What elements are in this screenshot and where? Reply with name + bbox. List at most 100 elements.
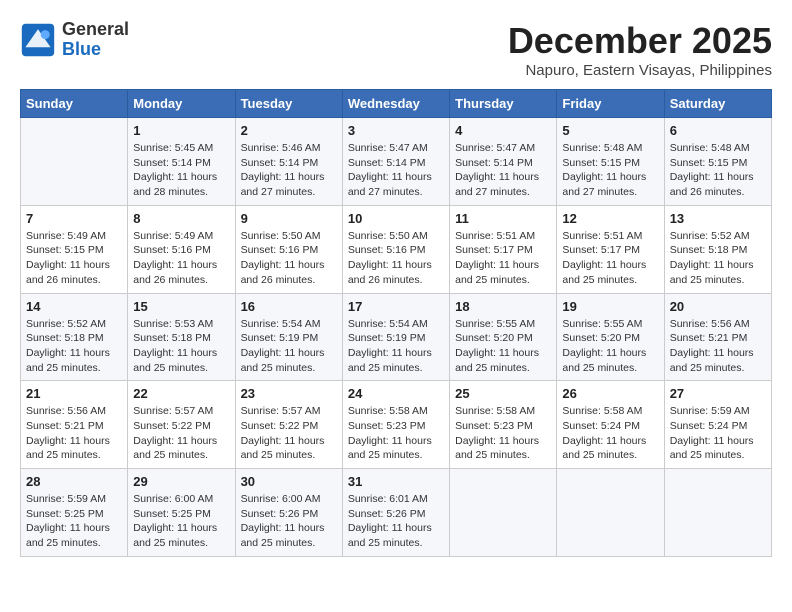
header: General Blue December 2025 Napuro, Easte… (20, 20, 772, 79)
day-number: 11 (455, 211, 551, 226)
day-detail: Sunrise: 5:52 AM Sunset: 5:18 PM Dayligh… (26, 317, 122, 376)
day-detail: Sunrise: 5:47 AM Sunset: 5:14 PM Dayligh… (348, 141, 444, 200)
calendar-cell: 4 Sunrise: 5:47 AM Sunset: 5:14 PM Daylig… (450, 118, 557, 206)
main-title: December 2025 (508, 20, 772, 62)
col-header-wednesday: Wednesday (342, 90, 449, 118)
calendar-cell: 15Sunrise: 5:53 AM Sunset: 5:18 PM Dayli… (128, 293, 235, 381)
calendar-cell: 21 Sunrise: 5:56 AM Sunset: 5:21 PM Dayli… (21, 381, 128, 469)
calendar-cell: 23Sunrise: 5:57 AM Sunset: 5:22 PM Dayli… (235, 381, 342, 469)
calendar-cell: 29 Sunrise: 6:00 AM Sunset: 5:25 PM Dayli… (128, 469, 235, 557)
calendar-cell: 22 Sunrise: 5:57 AM Sunset: 5:22 PM Dayli… (128, 381, 235, 469)
day-detail: Sunrise: 5:51 AM Sunset: 5:17 PM Dayligh… (455, 229, 551, 288)
calendar-cell: 19 Sunrise: 5:55 AM Sunset: 5:20 PM Dayli… (557, 293, 664, 381)
day-detail: Sunrise: 5:57 AM Sunset: 5:22 PM Dayligh… (133, 404, 229, 463)
calendar-cell: 17 Sunrise: 5:54 AM Sunset: 5:19 PM Dayli… (342, 293, 449, 381)
logo-icon (20, 22, 56, 58)
day-number: 6 (670, 123, 766, 138)
day-detail: Sunrise: 5:58 AM Sunset: 5:23 PM Dayligh… (348, 404, 444, 463)
day-number: 22 (133, 386, 229, 401)
day-detail: Sunrise: 5:54 AM Sunset: 5:19 PM Dayligh… (348, 317, 444, 376)
calendar-cell: 1Sunrise: 5:45 AM Sunset: 5:14 PM Daylig… (128, 118, 235, 206)
day-number: 24 (348, 386, 444, 401)
day-number: 5 (562, 123, 658, 138)
calendar-cell: 13 Sunrise: 5:52 AM Sunset: 5:18 PM Dayli… (664, 205, 771, 293)
day-detail: Sunrise: 5:55 AM Sunset: 5:20 PM Dayligh… (562, 317, 658, 376)
day-number: 25 (455, 386, 551, 401)
day-detail: Sunrise: 5:59 AM Sunset: 5:25 PM Dayligh… (26, 492, 122, 551)
day-detail: Sunrise: 5:45 AM Sunset: 5:14 PM Dayligh… (133, 141, 229, 200)
col-header-sunday: Sunday (21, 90, 128, 118)
day-number: 17 (348, 299, 444, 314)
day-detail: Sunrise: 6:00 AM Sunset: 5:25 PM Dayligh… (133, 492, 229, 551)
day-detail: Sunrise: 5:47 AM Sunset: 5:14 PM Dayligh… (455, 141, 551, 200)
day-detail: Sunrise: 5:51 AM Sunset: 5:17 PM Dayligh… (562, 229, 658, 288)
day-detail: Sunrise: 5:57 AM Sunset: 5:22 PM Dayligh… (241, 404, 337, 463)
calendar-cell: 16 Sunrise: 5:54 AM Sunset: 5:19 PM Dayli… (235, 293, 342, 381)
day-detail: Sunrise: 5:55 AM Sunset: 5:20 PM Dayligh… (455, 317, 551, 376)
calendar-cell: 28 Sunrise: 5:59 AM Sunset: 5:25 PM Dayli… (21, 469, 128, 557)
day-number: 20 (670, 299, 766, 314)
day-detail: Sunrise: 5:46 AM Sunset: 5:14 PM Dayligh… (241, 141, 337, 200)
day-detail: Sunrise: 5:58 AM Sunset: 5:24 PM Dayligh… (562, 404, 658, 463)
day-number: 15 (133, 299, 229, 314)
day-number: 26 (562, 386, 658, 401)
day-detail: Sunrise: 6:01 AM Sunset: 5:26 PM Dayligh… (348, 492, 444, 551)
day-number: 2 (241, 123, 337, 138)
calendar-cell: 24 Sunrise: 5:58 AM Sunset: 5:23 PM Dayli… (342, 381, 449, 469)
calendar-cell: 7Sunrise: 5:49 AM Sunset: 5:15 PM Daylig… (21, 205, 128, 293)
day-number: 14 (26, 299, 122, 314)
day-number: 9 (241, 211, 337, 226)
day-number: 16 (241, 299, 337, 314)
day-detail: Sunrise: 5:48 AM Sunset: 5:15 PM Dayligh… (670, 141, 766, 200)
calendar-cell: 2 Sunrise: 5:46 AM Sunset: 5:14 PM Daylig… (235, 118, 342, 206)
day-number: 8 (133, 211, 229, 226)
calendar-cell: 31 Sunrise: 6:01 AM Sunset: 5:26 PM Dayli… (342, 469, 449, 557)
calendar-cell (664, 469, 771, 557)
col-header-tuesday: Tuesday (235, 90, 342, 118)
calendar-cell: 20 Sunrise: 5:56 AM Sunset: 5:21 PM Dayli… (664, 293, 771, 381)
day-number: 18 (455, 299, 551, 314)
calendar-cell: 25Sunrise: 5:58 AM Sunset: 5:23 PM Dayli… (450, 381, 557, 469)
day-detail: Sunrise: 5:48 AM Sunset: 5:15 PM Dayligh… (562, 141, 658, 200)
calendar-cell: 8Sunrise: 5:49 AM Sunset: 5:16 PM Daylig… (128, 205, 235, 293)
calendar-cell: 11 Sunrise: 5:51 AM Sunset: 5:17 PM Dayli… (450, 205, 557, 293)
day-number: 28 (26, 474, 122, 489)
calendar-cell: 14 Sunrise: 5:52 AM Sunset: 5:18 PM Dayli… (21, 293, 128, 381)
calendar-cell: 26 Sunrise: 5:58 AM Sunset: 5:24 PM Dayli… (557, 381, 664, 469)
col-header-saturday: Saturday (664, 90, 771, 118)
col-header-thursday: Thursday (450, 90, 557, 118)
day-number: 30 (241, 474, 337, 489)
day-number: 21 (26, 386, 122, 401)
calendar-cell: 9 Sunrise: 5:50 AM Sunset: 5:16 PM Daylig… (235, 205, 342, 293)
calendar-cell: 6 Sunrise: 5:48 AM Sunset: 5:15 PM Daylig… (664, 118, 771, 206)
calendar-cell: 12 Sunrise: 5:51 AM Sunset: 5:17 PM Dayli… (557, 205, 664, 293)
calendar-cell: 5 Sunrise: 5:48 AM Sunset: 5:15 PM Daylig… (557, 118, 664, 206)
col-header-friday: Friday (557, 90, 664, 118)
day-number: 27 (670, 386, 766, 401)
calendar-cell: 3 Sunrise: 5:47 AM Sunset: 5:14 PM Daylig… (342, 118, 449, 206)
day-number: 13 (670, 211, 766, 226)
day-detail: Sunrise: 5:56 AM Sunset: 5:21 PM Dayligh… (670, 317, 766, 376)
day-detail: Sunrise: 5:50 AM Sunset: 5:16 PM Dayligh… (348, 229, 444, 288)
calendar-table: SundayMondayTuesdayWednesdayThursdayFrid… (20, 89, 772, 557)
day-detail: Sunrise: 5:52 AM Sunset: 5:18 PM Dayligh… (670, 229, 766, 288)
calendar-cell (557, 469, 664, 557)
col-header-monday: Monday (128, 90, 235, 118)
calendar-cell: 30 Sunrise: 6:00 AM Sunset: 5:26 PM Dayli… (235, 469, 342, 557)
logo-text: General Blue (62, 20, 129, 60)
calendar-cell (21, 118, 128, 206)
day-detail: Sunrise: 5:56 AM Sunset: 5:21 PM Dayligh… (26, 404, 122, 463)
calendar-cell: 18 Sunrise: 5:55 AM Sunset: 5:20 PM Dayli… (450, 293, 557, 381)
day-number: 19 (562, 299, 658, 314)
day-number: 3 (348, 123, 444, 138)
day-number: 12 (562, 211, 658, 226)
day-detail: Sunrise: 5:50 AM Sunset: 5:16 PM Dayligh… (241, 229, 337, 288)
subtitle: Napuro, Eastern Visayas, Philippines (508, 62, 772, 79)
calendar-cell: 10Sunrise: 5:50 AM Sunset: 5:16 PM Dayli… (342, 205, 449, 293)
day-number: 4 (455, 123, 551, 138)
calendar-cell: 27Sunrise: 5:59 AM Sunset: 5:24 PM Dayli… (664, 381, 771, 469)
day-number: 31 (348, 474, 444, 489)
day-number: 29 (133, 474, 229, 489)
day-detail: Sunrise: 5:54 AM Sunset: 5:19 PM Dayligh… (241, 317, 337, 376)
day-detail: Sunrise: 6:00 AM Sunset: 5:26 PM Dayligh… (241, 492, 337, 551)
